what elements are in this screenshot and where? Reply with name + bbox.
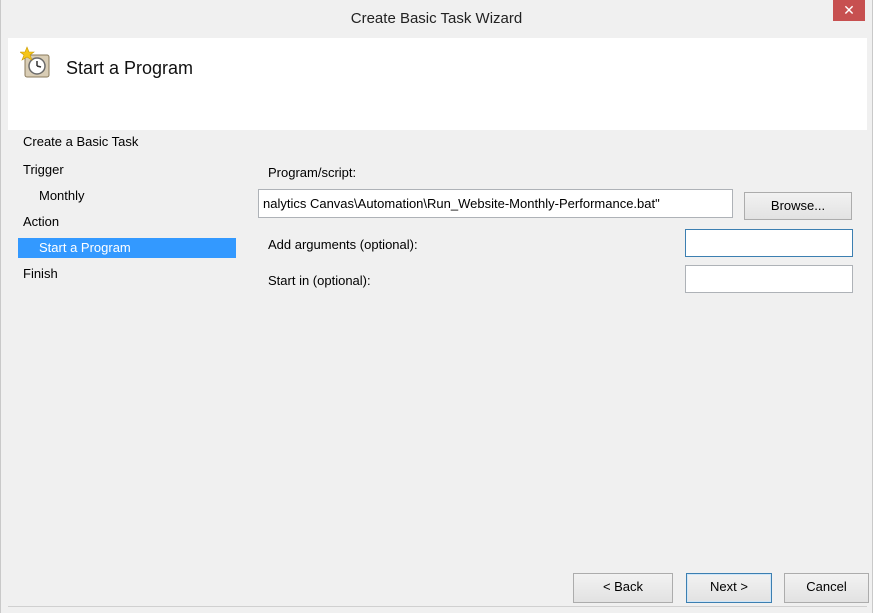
bottom-divider [8, 606, 867, 607]
step-create-basic-task: Create a Basic Task [23, 134, 139, 149]
start-in-field[interactable] [685, 265, 853, 293]
step-start-a-program: Start a Program [18, 238, 236, 258]
back-button[interactable]: < Back [573, 573, 673, 603]
wizard-header: Start a Program [8, 38, 867, 130]
next-button[interactable]: Next > [686, 573, 772, 603]
program-script-label: Program/script: [268, 165, 357, 180]
title-bar: Create Basic Task Wizard ✕ [1, 0, 872, 37]
cancel-button[interactable]: Cancel [784, 573, 869, 603]
step-action: Action [23, 214, 60, 229]
step-trigger: Trigger [23, 162, 64, 177]
start-in-label: Start in (optional): [268, 273, 371, 288]
task-scheduler-clock-icon [20, 46, 50, 78]
close-button[interactable]: ✕ [833, 0, 865, 21]
add-arguments-label: Add arguments (optional): [268, 237, 418, 252]
page-title: Start a Program [66, 58, 194, 78]
program-script-field[interactable]: nalytics Canvas\Automation\Run_Website-M… [258, 189, 733, 218]
close-icon: ✕ [843, 2, 855, 18]
browse-button[interactable]: Browse... [744, 192, 852, 220]
add-arguments-field[interactable] [685, 229, 853, 257]
step-finish: Finish [23, 266, 58, 281]
wizard-window: Create Basic Task Wizard ✕ Start a Progr… [0, 0, 873, 613]
window-title: Create Basic Task Wizard [350, 10, 523, 27]
step-monthly: Monthly [39, 188, 85, 203]
